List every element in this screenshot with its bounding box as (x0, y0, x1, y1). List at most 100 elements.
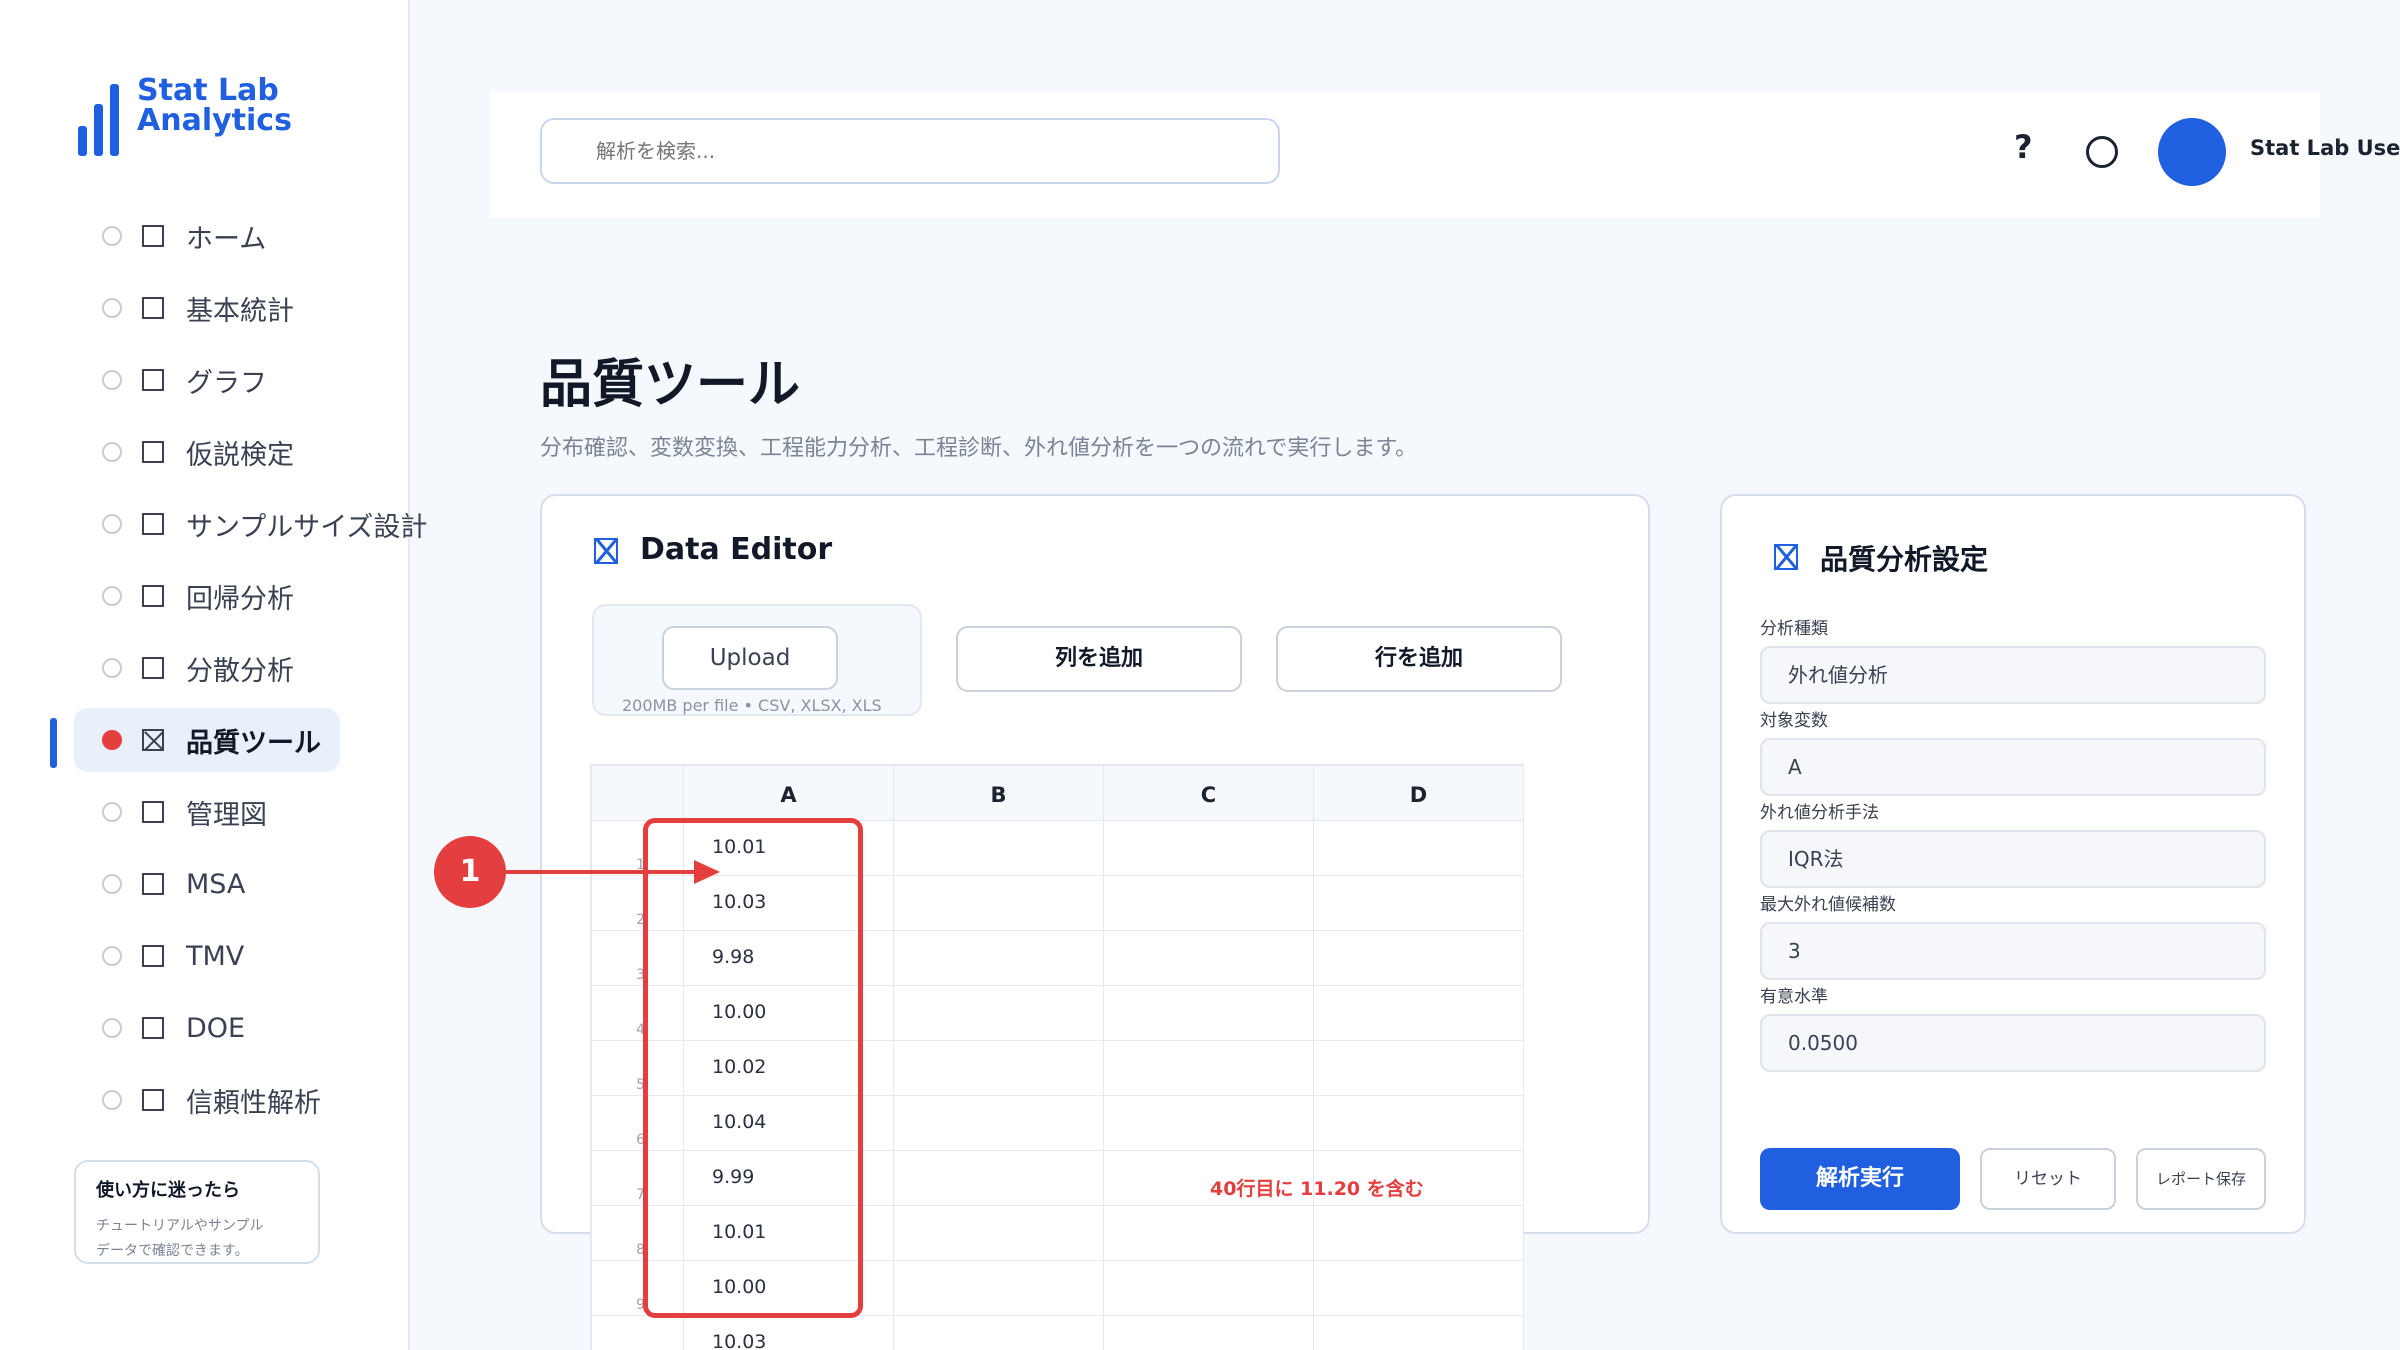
checkbox-icon (142, 1017, 164, 1039)
cell-c[interactable] (1104, 986, 1314, 1040)
sidebar-item-msa[interactable]: MSA (74, 852, 444, 916)
sidebar-item-home[interactable]: ホーム (74, 204, 444, 268)
sidebar-item-quality-tools[interactable]: 品質ツール (74, 708, 340, 772)
search-input[interactable] (540, 118, 1280, 184)
save-report-button[interactable]: レポート保存 (2136, 1148, 2266, 1210)
cell-b[interactable] (894, 1261, 1104, 1315)
analysis-type-select[interactable]: 外れ値分析 (1760, 646, 2266, 704)
sidebar-item-label: DOE (186, 1012, 246, 1044)
cell-d[interactable] (1314, 821, 1524, 875)
cell-d[interactable] (1314, 1261, 1524, 1315)
cell-c[interactable] (1104, 876, 1314, 930)
status-dot-icon (102, 298, 122, 318)
sidebar-item-label: ホーム (186, 223, 267, 255)
significance-level-input[interactable]: 0.0500 (1760, 1014, 2266, 1072)
sidebar-item-basic-stats[interactable]: 基本統計 (74, 276, 444, 340)
cell-d[interactable] (1314, 1206, 1524, 1260)
arrow-head-icon (694, 860, 720, 884)
status-dot-icon (102, 730, 122, 750)
sidebar-item-label: TMV (186, 940, 245, 972)
sidebar-item-label: サンプルサイズ設計 (186, 511, 428, 543)
sidebar-item-hypothesis-test[interactable]: 仮説検定 (74, 420, 444, 484)
active-indicator (50, 718, 57, 768)
checkbox-icon (142, 441, 164, 463)
cell-c[interactable] (1104, 821, 1314, 875)
column-header-d[interactable]: D (1314, 766, 1524, 820)
cell-b[interactable] (894, 821, 1104, 875)
checkbox-icon (142, 297, 164, 319)
cell-b[interactable] (894, 876, 1104, 930)
column-header-b[interactable]: B (894, 766, 1104, 820)
cell-c[interactable] (1104, 931, 1314, 985)
cell-d[interactable] (1314, 1041, 1524, 1095)
avatar[interactable] (2158, 118, 2226, 186)
top-bar: ? Stat Lab User (490, 92, 2400, 218)
outlier-method-select[interactable]: IQR法 (1760, 830, 2266, 888)
add-row-button[interactable]: 行を追加 (1276, 626, 1562, 692)
sidebar-item-control-chart[interactable]: 管理図 (74, 780, 444, 844)
cell-b[interactable] (894, 1151, 1104, 1205)
page-title: 品質ツール (540, 355, 801, 415)
sidebar-item-label: 品質ツール (186, 727, 321, 759)
sidebar-item-doe[interactable]: DOE (74, 996, 444, 1060)
sidebar-item-regression[interactable]: 回帰分析 (74, 564, 444, 628)
grid-corner-cell (592, 766, 684, 820)
analysis-type-label: 分析種類 (1760, 619, 1828, 639)
cell-a[interactable]: 10.03 (684, 1316, 894, 1350)
brand[interactable]: Stat Lab Analytics (78, 76, 408, 156)
cell-b[interactable] (894, 931, 1104, 985)
sidebar-item-sample-size[interactable]: サンプルサイズ設計 (74, 492, 444, 556)
status-dot-icon (102, 442, 122, 462)
cell-c[interactable] (1104, 1316, 1314, 1350)
sidebar-item-anova[interactable]: 分散分析 (74, 636, 444, 700)
checkbox-icon (142, 801, 164, 823)
cell-d[interactable] (1314, 931, 1524, 985)
sidebar-item-label: 回帰分析 (186, 583, 294, 615)
target-variable-select[interactable]: A (1760, 738, 2266, 796)
status-dot-icon (102, 1018, 122, 1038)
checkbox-icon (142, 369, 164, 391)
column-header-a[interactable]: A (684, 766, 894, 820)
sidebar-item-reliability[interactable]: 信頼性解析 (74, 1068, 444, 1132)
bar-chart-logo-icon (78, 84, 119, 156)
cell-c[interactable] (1104, 1261, 1314, 1315)
cell-d[interactable] (1314, 1316, 1524, 1350)
reset-button[interactable]: リセット (1980, 1148, 2116, 1210)
cell-b[interactable] (894, 1041, 1104, 1095)
add-column-button[interactable]: 列を追加 (956, 626, 1242, 692)
circle-icon[interactable] (2086, 136, 2118, 168)
settings-title: 品質分析設定 (1820, 543, 1989, 576)
cell-b[interactable] (894, 1096, 1104, 1150)
cell-d[interactable] (1314, 1096, 1524, 1150)
cell-d[interactable] (1314, 876, 1524, 930)
help-card[interactable]: 使い方に迷ったら チュートリアルやサンプル データで確認できます。 (74, 1160, 320, 1264)
column-header-c[interactable]: C (1104, 766, 1314, 820)
checkbox-icon (142, 873, 164, 895)
status-dot-icon (102, 1090, 122, 1110)
upload-dropzone[interactable]: Upload 200MB per file • CSV, XLSX, XLS (592, 604, 922, 716)
help-button[interactable]: ? (2014, 128, 2033, 166)
cell-d[interactable] (1314, 986, 1524, 1040)
status-dot-icon (102, 946, 122, 966)
cell-b[interactable] (894, 1206, 1104, 1260)
grid-note: 40行目に 11.20 を含む (1210, 1178, 1424, 1200)
max-outliers-input[interactable]: 3 (1760, 922, 2266, 980)
sidebar-item-label: 分散分析 (186, 655, 294, 687)
run-analysis-button[interactable]: 解析実行 (1760, 1148, 1960, 1210)
crossed-box-icon (142, 729, 164, 751)
cell-c[interactable] (1104, 1096, 1314, 1150)
help-card-title: 使い方に迷ったら (96, 1180, 240, 1201)
sidebar-item-tmv[interactable]: TMV (74, 924, 444, 988)
cell-c[interactable] (1104, 1041, 1314, 1095)
sidebar-item-label: 信頼性解析 (186, 1087, 321, 1119)
cell-b[interactable] (894, 986, 1104, 1040)
cell-c[interactable] (1104, 1206, 1314, 1260)
sidebar-item-graph[interactable]: グラフ (74, 348, 444, 412)
cell-b[interactable] (894, 1316, 1104, 1350)
sidebar-nav: ホーム 基本統計 グラフ 仮説検定 サンプルサイズ設計 回帰分析 分散分析 品質… (74, 204, 444, 1140)
user-name[interactable]: Stat Lab User (2250, 136, 2400, 160)
column-a-highlight (643, 818, 863, 1318)
upload-button[interactable]: Upload (662, 626, 838, 690)
checkbox-icon (142, 513, 164, 535)
help-card-description-line2: データで確認できます。 (96, 1243, 249, 1259)
